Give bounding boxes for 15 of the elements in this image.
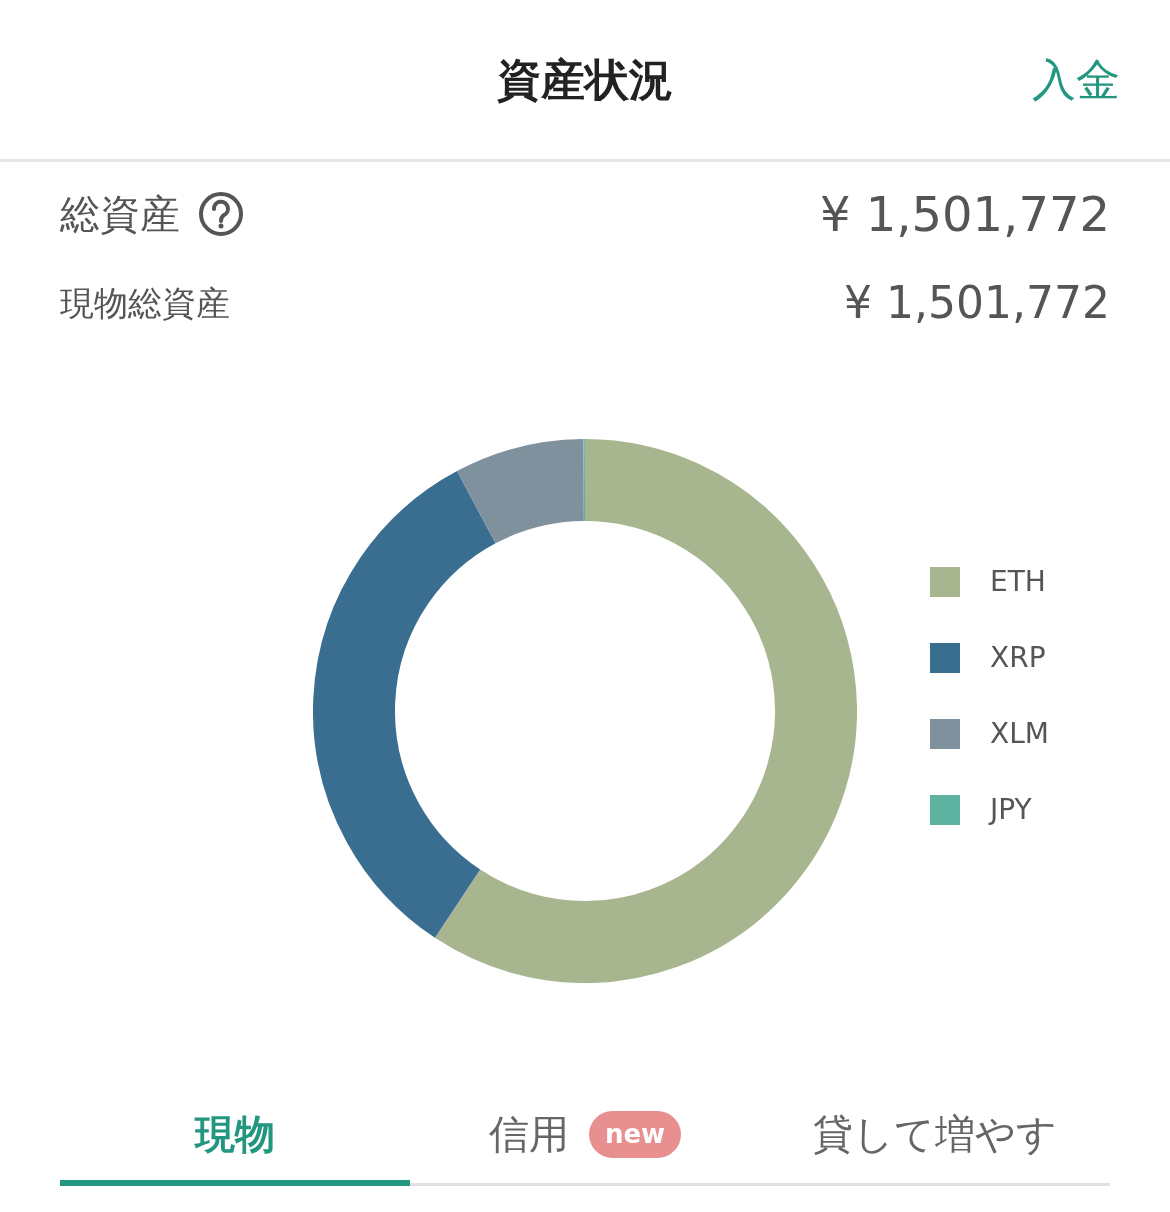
summary-value: ¥ 1,501,772 <box>819 185 1110 244</box>
tab[interactable]: 現物 <box>60 1088 410 1186</box>
new-badge: new <box>588 1110 682 1158</box>
legend-label: XRP <box>990 640 1046 676</box>
legend-label: ETH <box>990 564 1046 600</box>
summary-label: 現物総資産 <box>60 281 230 325</box>
deposit-button[interactable]: 入金 <box>1000 46 1120 113</box>
summary-label: 総資産 <box>60 190 180 239</box>
page-title: 資産状況 <box>497 52 673 107</box>
tab[interactable]: 貸して増やす <box>760 1088 1110 1186</box>
legend-label: JPY <box>990 792 1032 828</box>
tab[interactable]: 信用 new <box>410 1088 760 1186</box>
legend-label: XLM <box>990 716 1049 752</box>
help-icon[interactable] <box>198 191 244 237</box>
summary-value: ¥ 1,501,772 <box>844 276 1110 330</box>
